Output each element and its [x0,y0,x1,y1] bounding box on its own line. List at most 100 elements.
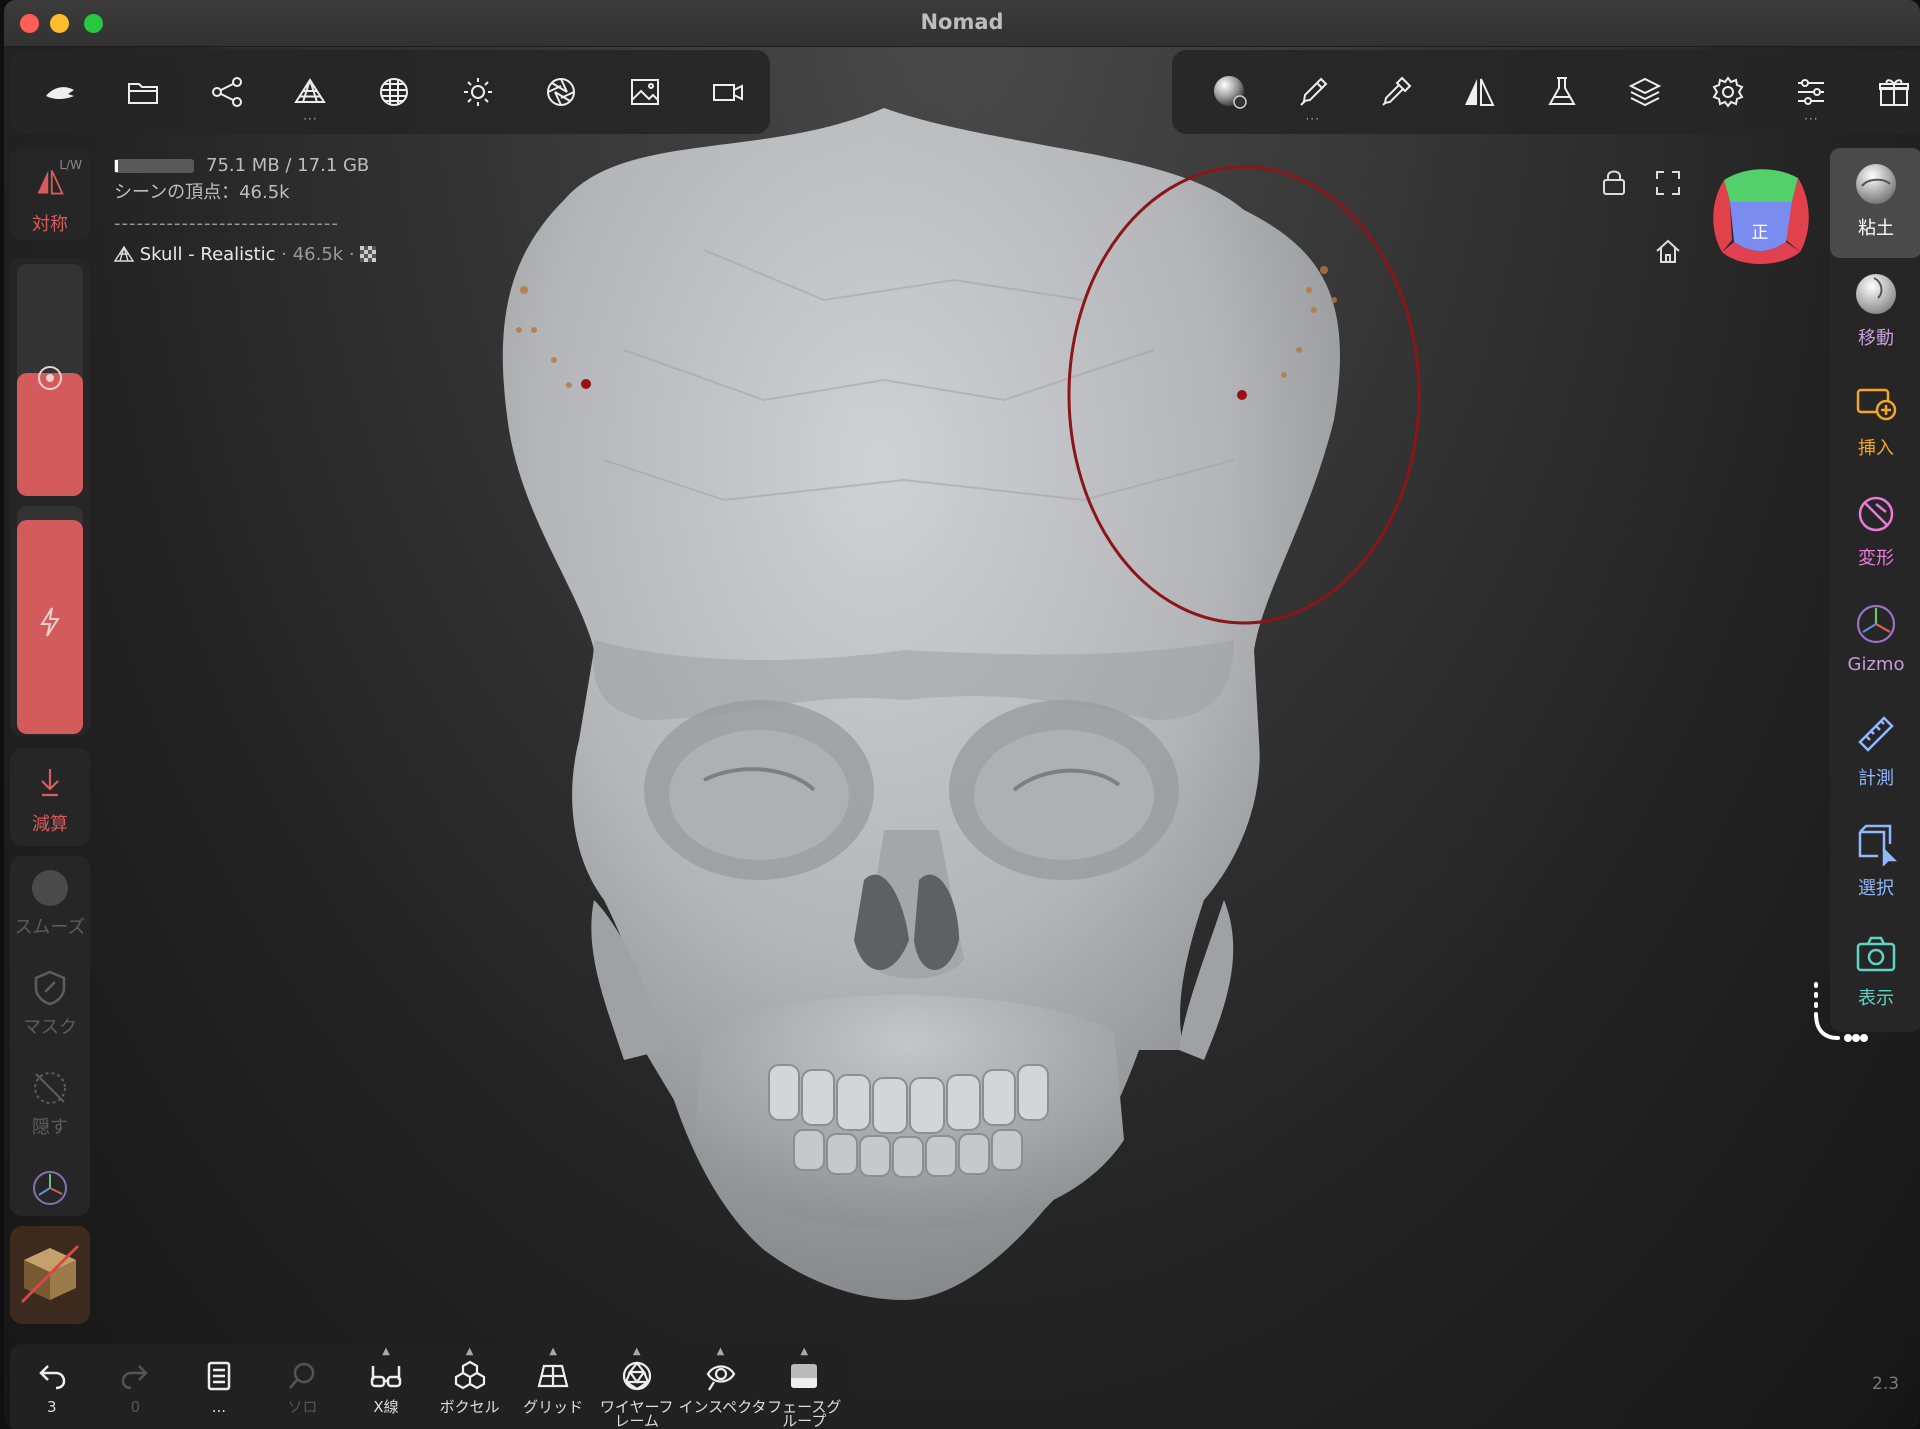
tool-move[interactable]: 移動 [1830,258,1920,368]
home-view-icon[interactable] [1654,238,1682,264]
symmetry-toggle[interactable]: L/W 対称 [10,148,90,240]
symmetry-brush-dot [581,379,591,389]
voxel-label: ボクセル [439,1398,500,1416]
redo-count: 0 [130,1398,141,1416]
facegroup-button[interactable]: ▲ フェースグ ループ [763,1344,847,1429]
document-icon [207,1361,231,1391]
scene-info: 75.1 MB / 17.1 GB シーンの頂点：46.5k ---------… [113,152,377,268]
lighting-button[interactable] [436,50,520,134]
wireframe-button[interactable]: ▲ ワイヤーフ レーム [595,1344,679,1429]
settings-button[interactable] [1687,50,1770,134]
active-mesh-row[interactable]: Skull - Realistic · 46.5k · [113,241,377,268]
wireframe-label: ワイヤーフ レーム [599,1398,674,1429]
camera-button[interactable] [687,50,771,134]
scene-button[interactable] [185,50,269,134]
symmetry-toolbar-button[interactable] [1437,50,1520,134]
interface-more-indicator: ··· [1804,112,1819,126]
hide-button[interactable]: 隠す [10,1068,90,1139]
tool-measure-label: 計測 [1858,768,1894,789]
material-button[interactable] [1188,50,1271,134]
logo-icon [45,87,74,99]
mask-shield-icon [34,970,66,1006]
top-left-toolbar: ··· [10,50,770,134]
subtract-label: 減算 [32,814,68,835]
inspector-label: インスペクタ [678,1398,767,1416]
xray-label: X線 [373,1398,399,1416]
undo-button[interactable]: 3 [10,1344,94,1429]
paint-button[interactable]: ··· [1271,50,1354,134]
top-right-toolbar: ··· ··· [1172,50,1920,134]
gizmo-axes-icon [1856,604,1896,644]
tool-insert[interactable]: 挿入 [1830,368,1920,478]
smooth-button[interactable]: スムーズ [10,868,90,939]
orientation-cube-graphic [1713,169,1809,264]
background-button[interactable] [603,50,687,134]
postprocess-aperture-icon [547,78,576,106]
scripts-button[interactable] [1520,50,1603,134]
wireframe-icon [622,1361,651,1391]
mesh-name: Skull - Realistic [139,244,276,265]
redo-button[interactable]: 0 [94,1344,178,1429]
tool-gizmo[interactable]: Gizmo [1830,588,1920,698]
lock-icon[interactable] [1601,168,1627,196]
mesh-meta: · 46.5k · [281,244,355,265]
skull-model[interactable] [502,108,1340,1300]
settings-gear-icon [1712,76,1744,108]
mask-button[interactable]: マスク [10,968,90,1039]
nomad-logo-button[interactable] [18,50,102,134]
topology-button[interactable]: ··· [269,50,353,134]
tool-transform[interactable]: 変形 [1830,478,1920,588]
wireframe-caret: ▲ [632,1346,641,1357]
search-icon [289,1362,315,1389]
layers-button[interactable] [1604,50,1687,134]
symmetry-label: 対称 [32,214,68,235]
mask-label: マスク [23,1017,77,1038]
radius-slider[interactable] [17,264,83,496]
tool-clay-label: 粘土 [1858,218,1894,239]
scene-vertices: シーンの頂点：46.5k [114,182,290,203]
grid-button[interactable]: ▲ グリッド [511,1344,595,1429]
symmetry-icon [37,170,64,195]
tool-sidebar: 粘土 移動 挿入 変形 Gizmo 計測 選択 表示 [1830,148,1920,1032]
subtract-toggle[interactable]: 減算 [10,748,90,846]
background-image-icon [630,79,659,105]
files-button[interactable] [102,50,186,134]
inspector-caret: ▲ [716,1346,725,1357]
pipette-button[interactable] [1354,50,1437,134]
voxel-button[interactable]: ▲ ボクセル [428,1344,512,1429]
shading-button[interactable] [352,50,436,134]
folder-icon [128,83,159,104]
tool-select[interactable]: 選択 [1830,808,1920,918]
material-cube-icon [20,1244,80,1304]
fullscreen-icon[interactable] [1655,170,1681,196]
view-orientation-cube[interactable]: 正 [1706,160,1814,270]
tool-move-label: 移動 [1858,328,1894,349]
inspector-button[interactable]: ▲ インスペクタ [678,1344,767,1429]
gizmo-quick-button[interactable] [10,1168,90,1213]
shading-sphere-icon [380,78,409,106]
store-button[interactable] [1853,50,1920,134]
memory-usage-fill [115,160,118,172]
tool-select-label: 選択 [1858,878,1894,899]
interface-settings-button[interactable]: ··· [1770,50,1853,134]
facegroup-label: フェースグ ループ [767,1398,842,1429]
solo-button[interactable]: ソロ [261,1344,345,1429]
intensity-slider[interactable] [17,506,83,734]
history-button[interactable]: ... [177,1344,261,1429]
checker-visibility-icon[interactable] [360,246,377,262]
tool-measure[interactable]: 計測 [1830,698,1920,808]
xray-caret: ▲ [382,1346,390,1357]
material-sphere-icon [1213,76,1247,109]
memory-usage-bar [114,159,194,173]
grid-caret: ▲ [549,1346,557,1357]
app-window: Nomad ··· ··· ··· 75.1 MB / 17.1 GB シーンの… [4,0,1920,1429]
postprocess-button[interactable] [519,50,603,134]
xray-glasses-icon [370,1366,402,1388]
flask-icon [1548,77,1576,105]
light-icon [463,78,492,106]
xray-button[interactable]: ▲ X線 [344,1344,428,1429]
more-tools-handle-icon[interactable] [1808,980,1868,1050]
tool-gizmo-label: Gizmo [1847,654,1905,675]
tool-clay[interactable]: 粘土 [1830,148,1920,258]
material-preview-button[interactable] [10,1226,90,1324]
